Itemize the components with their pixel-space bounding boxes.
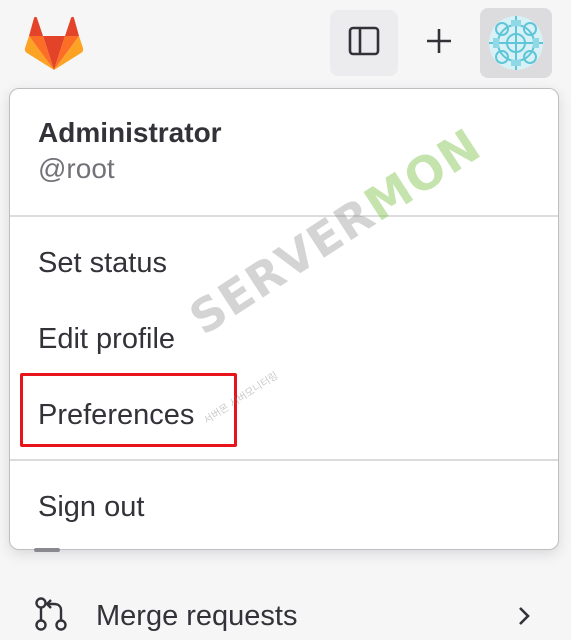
menu-item-edit-profile[interactable]: Edit profile	[38, 319, 175, 359]
sidebar-item-merge-requests[interactable]: Merge requests	[0, 586, 571, 640]
preferences-highlight-box	[20, 373, 237, 447]
user-username: @root	[38, 153, 115, 184]
menu-item-sign-out[interactable]: Sign out	[38, 487, 144, 527]
user-avatar-icon	[489, 16, 543, 70]
user-menu-button[interactable]	[480, 8, 552, 78]
user-display-name: Administrator	[38, 117, 222, 148]
chevron-right-icon	[514, 602, 534, 630]
menu-item-set-status[interactable]: Set status	[38, 243, 167, 283]
top-bar	[0, 0, 571, 88]
plus-icon	[425, 27, 453, 60]
menu-divider	[10, 215, 558, 217]
merge-request-icon	[34, 596, 68, 632]
sidebar-item-obscured	[34, 548, 60, 552]
create-new-button[interactable]	[410, 12, 468, 74]
sidebar-toggle-button[interactable]	[330, 10, 398, 76]
sidebar-toggle-icon	[348, 26, 380, 61]
user-dropdown-menu: Administrator @root Set status Edit prof…	[9, 88, 559, 550]
gitlab-tanuki-icon[interactable]	[24, 14, 84, 72]
merge-requests-label: Merge requests	[96, 600, 298, 632]
menu-divider	[10, 459, 558, 461]
user-info[interactable]: Administrator @root	[38, 115, 222, 187]
